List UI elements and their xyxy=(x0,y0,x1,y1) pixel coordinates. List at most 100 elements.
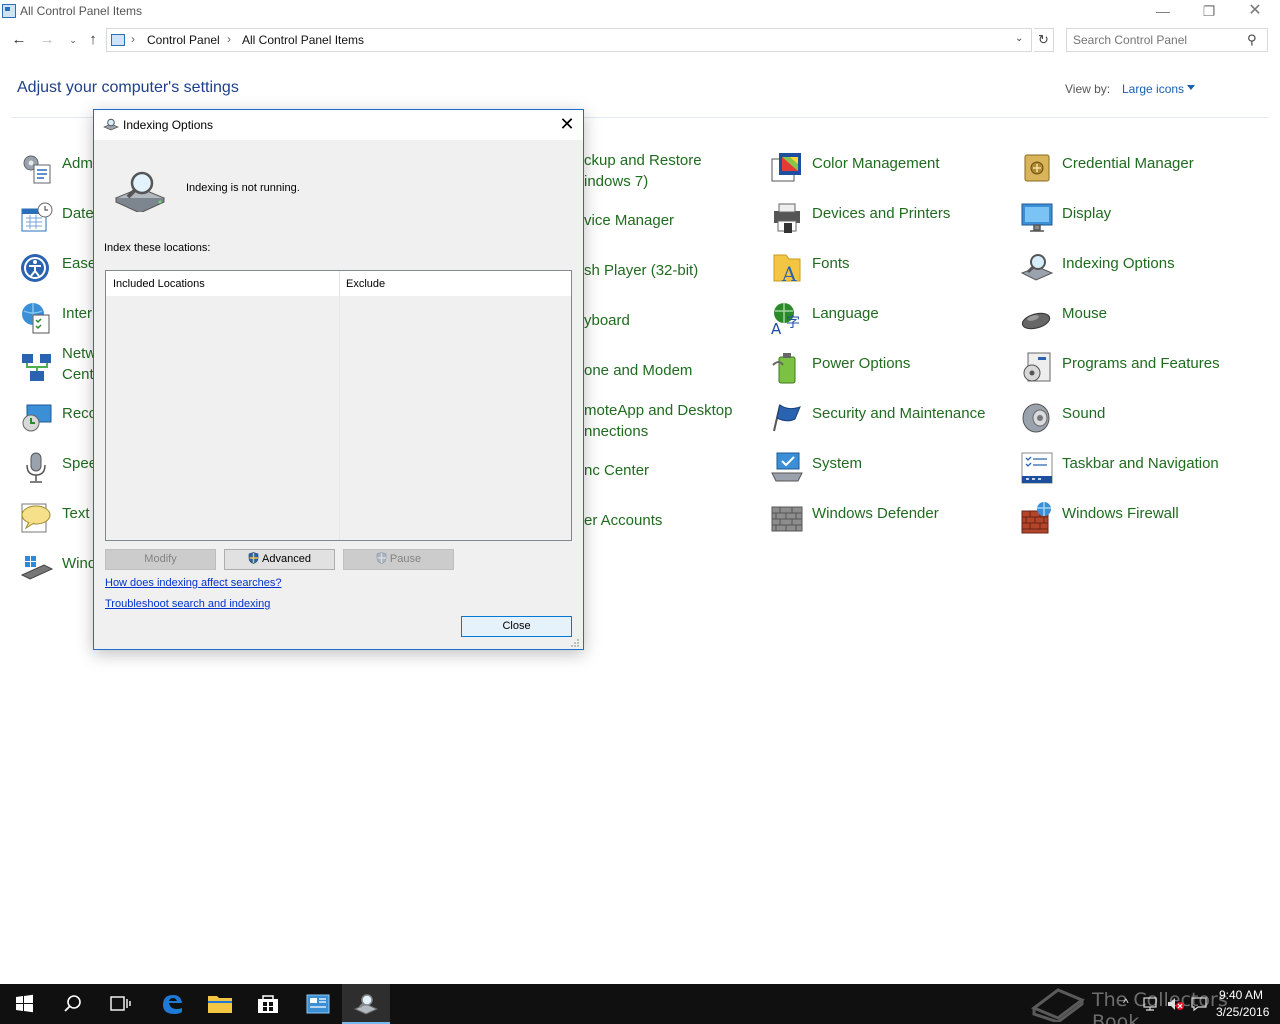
close-button[interactable]: Close xyxy=(461,616,572,637)
network-tray-icon[interactable] xyxy=(1142,996,1160,1012)
cp-item-power-options[interactable]: Power Options xyxy=(770,351,1010,395)
troubleshoot-link[interactable]: Troubleshoot search and indexing xyxy=(105,598,270,610)
edge-button[interactable] xyxy=(148,984,196,1024)
cp-item-administrative-tools[interactable]: Adm xyxy=(20,151,93,195)
cp-item-label: Wind xyxy=(62,555,97,572)
cp-item-color-management[interactable]: Color Management xyxy=(770,151,1010,195)
calendar-clock-icon xyxy=(21,202,53,232)
cp-item-label: Taskbar and Navigation xyxy=(1062,455,1219,472)
flag-icon xyxy=(773,404,801,432)
cp-item-indexing-options[interactable]: Indexing Options xyxy=(1020,251,1260,295)
file-explorer-button[interactable] xyxy=(196,984,244,1024)
cp-item-system[interactable]: System xyxy=(770,451,1010,495)
cp-item-label: Power Options xyxy=(812,355,911,372)
locations-table[interactable]: Included Locations Exclude xyxy=(105,270,572,541)
advanced-button[interactable]: Advanced xyxy=(224,549,335,570)
cp-item-programs-features[interactable]: Programs and Features xyxy=(1020,351,1260,395)
cp-item-display[interactable]: Display xyxy=(1020,201,1260,245)
shield-icon xyxy=(248,552,259,564)
indexing-status-text: Indexing is not running. xyxy=(186,182,300,194)
view-by-dropdown[interactable]: Large icons xyxy=(1122,82,1184,96)
edge-icon xyxy=(163,995,182,1014)
mouse-icon xyxy=(1021,312,1051,330)
column-divider[interactable] xyxy=(339,271,340,296)
volume-muted-icon[interactable] xyxy=(1166,996,1186,1012)
gear-document-icon xyxy=(23,155,51,184)
dialog-close-button[interactable]: ✕ xyxy=(556,114,578,136)
how-indexing-affects-link[interactable]: How does indexing affect searches? xyxy=(105,577,282,589)
cp-item-security-maintenance[interactable]: Security and Maintenance xyxy=(770,401,1010,445)
cp-item-date-time[interactable]: Date xyxy=(20,201,94,245)
cp-item-taskbar-navigation[interactable]: Taskbar and Navigation xyxy=(1020,451,1260,495)
cp-item-mouse[interactable]: Mouse xyxy=(1020,301,1260,345)
cp-item-text-to-speech[interactable]: Text xyxy=(20,501,92,545)
column-header-included[interactable]: Included Locations xyxy=(113,278,205,290)
cp-item-windows-firewall[interactable]: Windows Firewall xyxy=(1020,501,1260,545)
pause-label: Pause xyxy=(389,553,422,565)
programs-icon xyxy=(1023,352,1051,382)
pause-button[interactable]: Pause xyxy=(343,549,454,570)
address-bar[interactable]: › Control Panel › All Control Panel Item… xyxy=(106,28,1032,52)
page-title: Adjust your computer's settings xyxy=(17,79,239,96)
cp-item-label: System xyxy=(812,455,863,472)
restore-button[interactable]: ❐ xyxy=(1186,0,1232,24)
cp-item-windows-defender[interactable]: Windows Defender xyxy=(770,501,1010,545)
chevron-down-icon[interactable]: ⌄ xyxy=(1015,33,1023,44)
cp-item-network-sharing[interactable]: Netw Cent xyxy=(20,345,96,395)
indexing-options-taskbar-button[interactable] xyxy=(342,984,390,1024)
action-center-icon[interactable] xyxy=(1190,996,1208,1012)
recent-locations-button[interactable]: ⌄ xyxy=(62,30,84,52)
ease-of-access-icon xyxy=(21,254,49,282)
fonts-folder-icon: A xyxy=(773,254,801,285)
column-divider xyxy=(339,296,340,540)
clock-date[interactable]: 3/25/2016 xyxy=(1216,1005,1269,1019)
breadcrumb-all-items[interactable]: All Control Panel Items xyxy=(242,33,364,47)
store-button[interactable] xyxy=(244,984,292,1024)
cp-item-internet-options[interactable]: Inter xyxy=(20,301,92,345)
search-input[interactable] xyxy=(1073,32,1241,48)
breadcrumb-separator[interactable]: › xyxy=(227,32,231,46)
back-button[interactable]: ← xyxy=(8,30,30,52)
firewall-icon xyxy=(1021,502,1051,534)
search-taskbar-button[interactable] xyxy=(48,984,96,1024)
tray-chevron-up-icon[interactable]: ^ xyxy=(1123,996,1129,1010)
cp-item-ease-of-access[interactable]: Ease xyxy=(20,251,96,295)
up-button[interactable]: ↑ xyxy=(82,30,104,52)
caret-down-icon[interactable] xyxy=(1187,85,1195,90)
modify-label: Modify xyxy=(144,553,177,565)
cp-item-label: Adm xyxy=(62,155,93,172)
search-box[interactable]: ⚲ xyxy=(1066,28,1268,52)
indexing-drive-icon xyxy=(103,118,119,131)
cp-item-credential-manager[interactable]: Credential Manager xyxy=(1020,151,1260,195)
cp-item-sound[interactable]: Sound xyxy=(1020,401,1260,445)
clock-time[interactable]: 9:40 AM xyxy=(1219,988,1263,1002)
cp-item-label: Netw Cent xyxy=(62,345,97,383)
cp-item-devices-printers[interactable]: Devices and Printers xyxy=(770,201,1010,245)
breadcrumb-separator[interactable]: › xyxy=(131,32,135,46)
dialog-titlebar[interactable]: Indexing Options ✕ xyxy=(94,110,583,140)
column-header-exclude[interactable]: Exclude xyxy=(346,278,385,290)
cp-item-windows-to-go[interactable]: Wind xyxy=(20,551,96,595)
minimize-button[interactable]: — xyxy=(1140,0,1186,24)
window-title: All Control Panel Items xyxy=(20,4,143,18)
cp-item-recovery[interactable]: Reco xyxy=(20,401,97,445)
cp-item-language[interactable]: A字 Language xyxy=(770,301,1010,345)
close-window-button[interactable]: ✕ xyxy=(1232,0,1278,24)
cp-item-label: one and Modem xyxy=(584,362,693,379)
task-view-button[interactable] xyxy=(96,984,144,1024)
cp-item-label: Spee xyxy=(62,455,98,472)
vault-icon xyxy=(1024,154,1050,182)
refresh-button[interactable]: ↻ xyxy=(1034,28,1054,52)
cp-item-speech-recognition[interactable]: Spee xyxy=(20,451,97,495)
dialog-title: Indexing Options xyxy=(123,118,214,132)
forward-button[interactable]: → xyxy=(36,30,58,52)
start-button[interactable] xyxy=(0,984,48,1024)
microphone-icon xyxy=(26,452,46,483)
control-panel-taskbar-button[interactable] xyxy=(294,984,342,1024)
breadcrumb-control-panel[interactable]: Control Panel xyxy=(147,33,220,47)
language-icon: A字 xyxy=(771,303,800,335)
search-icon[interactable]: ⚲ xyxy=(1247,32,1257,48)
modify-button[interactable]: Modify xyxy=(105,549,216,570)
resize-grip-icon[interactable] xyxy=(570,638,580,648)
cp-item-fonts[interactable]: A Fonts xyxy=(770,251,1010,295)
